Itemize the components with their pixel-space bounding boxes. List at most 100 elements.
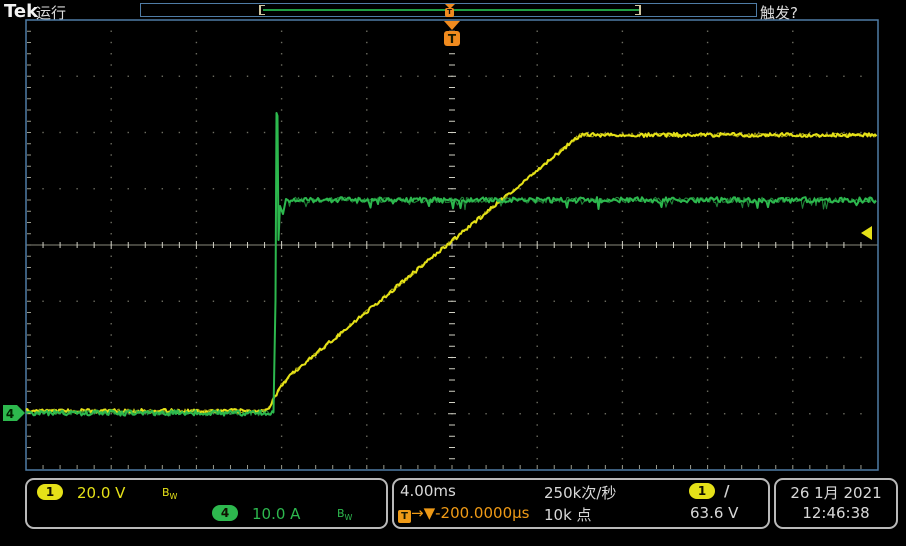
grid-dot xyxy=(571,188,572,189)
grid-dot xyxy=(690,132,691,133)
grid-dot xyxy=(622,53,623,54)
grid-dot xyxy=(741,413,742,414)
grid-dot xyxy=(281,143,282,144)
trigger-slope-icon: / xyxy=(724,482,729,500)
grid-dot xyxy=(366,98,367,99)
grid-dot xyxy=(792,379,793,380)
trigger-position-label: T xyxy=(448,32,457,46)
grid-dot xyxy=(792,64,793,65)
grid-dot xyxy=(264,188,265,189)
grid-dot xyxy=(519,413,520,414)
grid-dot xyxy=(196,76,197,77)
grid-dot xyxy=(366,154,367,155)
grid-dot xyxy=(434,413,435,414)
grid-dot xyxy=(809,357,810,358)
grid-dot xyxy=(707,109,708,110)
grid-dot xyxy=(707,143,708,144)
grid-dot xyxy=(281,154,282,155)
grid-dot xyxy=(281,301,282,302)
grid-dot xyxy=(111,211,112,212)
grid-dot xyxy=(281,53,282,54)
acquisition-rate: 250k次/秒 xyxy=(544,482,616,503)
grid-dot xyxy=(537,76,538,77)
grid-dot xyxy=(196,87,197,88)
grid-dot xyxy=(707,323,708,324)
grid-dot xyxy=(366,211,367,212)
grid-dot xyxy=(247,132,248,133)
grid-dot xyxy=(145,188,146,189)
grid-dot xyxy=(434,357,435,358)
grid-dot xyxy=(571,301,572,302)
grid-dot xyxy=(690,413,691,414)
grid-dot xyxy=(93,76,94,77)
grid-dot xyxy=(537,413,538,414)
grid-dot xyxy=(366,402,367,403)
ch1-trace xyxy=(26,133,877,413)
grid-dot xyxy=(860,301,861,302)
grid-dot xyxy=(554,357,555,358)
grid-dot xyxy=(843,301,844,302)
grid-dot xyxy=(537,222,538,223)
grid-dot xyxy=(741,188,742,189)
grid-dot xyxy=(434,76,435,77)
grid-dot xyxy=(111,458,112,459)
grid-dot xyxy=(366,42,367,43)
grid-dot xyxy=(860,413,861,414)
grid-dot xyxy=(366,109,367,110)
grid-dot xyxy=(537,166,538,167)
grid-dot xyxy=(196,53,197,54)
grid-dot xyxy=(93,301,94,302)
grid-dot xyxy=(59,76,60,77)
grid-dot xyxy=(792,42,793,43)
grid-dot xyxy=(758,301,759,302)
grid-dot xyxy=(792,188,793,189)
grid-dot xyxy=(537,31,538,32)
grid-dot xyxy=(554,188,555,189)
grid-dot xyxy=(537,211,538,212)
grid-dot xyxy=(622,256,623,257)
grid-dot xyxy=(111,64,112,65)
grid-dot xyxy=(656,301,657,302)
grid-dot xyxy=(366,357,367,358)
grid-dot xyxy=(758,76,759,77)
grid-dot xyxy=(860,357,861,358)
grid-dot xyxy=(281,458,282,459)
grid-dot xyxy=(792,346,793,347)
grid-dot xyxy=(162,357,163,358)
grid-dot xyxy=(196,267,197,268)
grid-dot xyxy=(707,222,708,223)
grid-dot xyxy=(196,42,197,43)
horizontal-scale: 4.00ms xyxy=(400,482,456,500)
grid-dot xyxy=(196,289,197,290)
grid-dot xyxy=(485,132,486,133)
grid-dot xyxy=(792,301,793,302)
grid-dot xyxy=(281,76,282,77)
grid-dot xyxy=(281,199,282,200)
grid-dot xyxy=(537,64,538,65)
grid-dot xyxy=(809,188,810,189)
grid-dot xyxy=(468,413,469,414)
record-length: 10k 点 xyxy=(544,504,592,525)
grid-dot xyxy=(281,436,282,437)
grid-dot xyxy=(111,424,112,425)
channel1-bandwidth-indicator: BW xyxy=(162,486,177,501)
grid-dot xyxy=(519,357,520,358)
grid-dot xyxy=(792,458,793,459)
grid-dot xyxy=(179,132,180,133)
grid-dot xyxy=(179,76,180,77)
channel-readout-box: 1 20.0 V BW 4 10.0 A BW xyxy=(25,478,388,529)
grid-dot xyxy=(673,188,674,189)
grid-dot xyxy=(76,132,77,133)
time-readout: 12:46:38 xyxy=(776,504,896,522)
grid-dot xyxy=(758,188,759,189)
grid-dot xyxy=(622,267,623,268)
grid-dot xyxy=(128,301,129,302)
grid-dot xyxy=(196,301,197,302)
grid-dot xyxy=(281,368,282,369)
grid-dot xyxy=(826,132,827,133)
grid-dot xyxy=(792,413,793,414)
grid-dot xyxy=(366,289,367,290)
grid-dot xyxy=(622,98,623,99)
grid-dot xyxy=(758,413,759,414)
grid-dot xyxy=(417,76,418,77)
